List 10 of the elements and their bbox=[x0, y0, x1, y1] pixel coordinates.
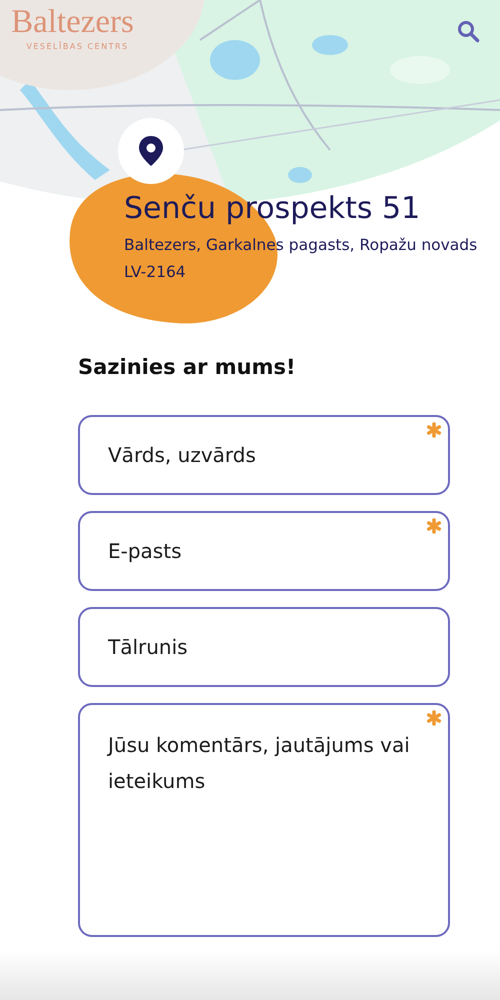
address-postcode: LV-2164 bbox=[124, 262, 187, 283]
logo-subtitle: VESELĪBAS CENTRS bbox=[26, 42, 129, 51]
comment-field[interactable]: Jūsu komentārs, jautājums vai ieteikums bbox=[78, 703, 450, 937]
logo-name: Baltezers bbox=[11, 3, 134, 42]
input-field[interactable]: Tālrunis bbox=[78, 607, 450, 687]
contact-heading: Sazinies ar mums! bbox=[78, 355, 297, 379]
location-pin-icon bbox=[116, 116, 186, 186]
input-field[interactable]: E-pasts bbox=[78, 511, 450, 591]
search-icon[interactable] bbox=[456, 19, 480, 43]
input-field[interactable]: Vārds, uzvārds bbox=[78, 415, 450, 495]
